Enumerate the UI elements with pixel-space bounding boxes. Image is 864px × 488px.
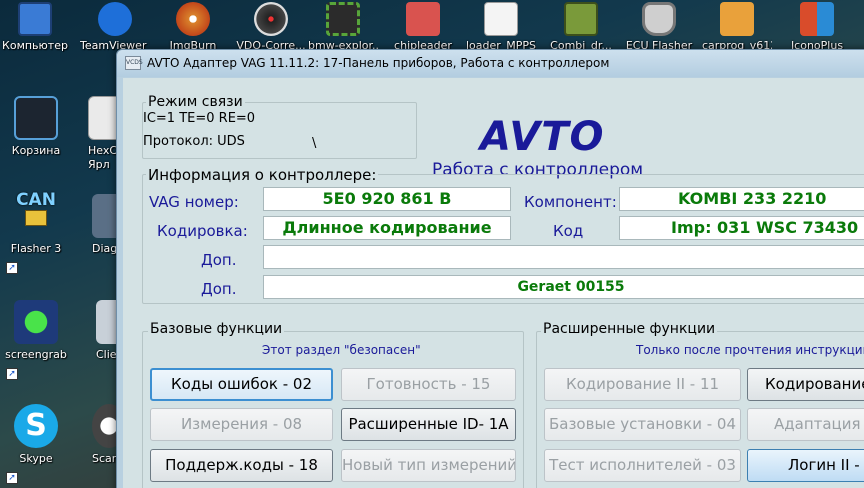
shortcut-arrow-icon: ➚: [6, 262, 18, 274]
desktop-icon-flasher3[interactable]: CAN Flasher 3 ➚: [4, 190, 68, 274]
controller-info-title: Информация о контроллере:: [146, 166, 379, 184]
shortcut-arrow-icon: ➚: [6, 368, 18, 380]
desktop-icon-screengrab[interactable]: screengrab ➚: [4, 300, 68, 380]
board-icon: [564, 2, 598, 36]
component-label: Компонент:: [524, 193, 617, 211]
window-titlebar[interactable]: VCDS AVTO Адаптер VAG 11.11.2: 17-Панель…: [117, 50, 864, 77]
advanced-functions-note: Только после прочтения инструкций!: [636, 343, 864, 357]
iconoplus-icon: [800, 2, 834, 36]
desktop-icon-label: Skype: [19, 452, 53, 465]
vag-number-field[interactable]: 5E0 920 861 B: [263, 187, 511, 211]
login-ii-button[interactable]: Логин II - 16: [747, 449, 864, 482]
desktop-icon-label: Diag: [92, 242, 118, 255]
new-measurement-type-button[interactable]: Новый тип измерений: [341, 449, 516, 482]
connection-protocol: Протокол: UDS: [143, 134, 245, 149]
chipleader-icon: [406, 2, 440, 36]
can-flasher-icon: CAN: [14, 190, 58, 238]
extra1-field[interactable]: [263, 245, 864, 269]
coding-label: Кодировка:: [157, 222, 248, 240]
desktop-icon-chipleader[interactable]: chipleader: [388, 0, 458, 52]
desktop-icon-computer[interactable]: Компьютер: [0, 0, 70, 52]
skype-icon: S: [14, 404, 58, 448]
connection-title: Режим связи: [146, 94, 245, 110]
file-icon: [484, 2, 518, 36]
recycle-bin-icon: [14, 96, 58, 140]
can-label: CAN: [16, 190, 56, 210]
honda-logo-icon: [642, 2, 676, 36]
desktop-icon-label-extra: Ярл: [88, 158, 110, 171]
carprog-icon: [720, 2, 754, 36]
advanced-id-button[interactable]: Расширенные ID- 1A: [341, 408, 516, 441]
advanced-functions-title: Расширенные функции: [541, 321, 718, 337]
measurements-button[interactable]: Измерения - 08: [150, 408, 333, 441]
app-window: VCDS AVTO Адаптер VAG 11.11.2: 17-Панель…: [116, 49, 864, 488]
app-icon[interactable]: VCDS: [125, 56, 143, 70]
desktop-icon-label: screengrab: [5, 348, 67, 361]
coding-ii-button[interactable]: Кодирование II - 11: [544, 368, 741, 401]
desktop-icon-imgburn[interactable]: ImgBurn: [158, 0, 228, 52]
computer-icon: [18, 2, 52, 36]
desktop-icon-label: HexC: [88, 144, 118, 157]
desktop-icon-bmw-explorer[interactable]: bmw-explor...: [308, 0, 378, 52]
coding-field[interactable]: Длинное кодирование: [263, 216, 511, 240]
desktop-icon-label: Clie: [96, 348, 117, 361]
code-label: Код: [553, 222, 584, 240]
connection-counters: IC=1 TE=0 RE=0: [143, 111, 256, 126]
camera-icon: [14, 300, 58, 344]
window-client-area: Режим связи IC=1 TE=0 RE=0 Протокол: UDS…: [123, 78, 864, 488]
desktop-icon-loader-mpps[interactable]: loader_MPPS: [466, 0, 536, 52]
teamviewer-icon: [98, 2, 132, 36]
window-title: AVTO Адаптер VAG 11.11.2: 17-Панель приб…: [147, 56, 610, 70]
gauge-icon: [254, 2, 288, 36]
disc-icon: [176, 2, 210, 36]
readiness-button[interactable]: Готовность - 15: [341, 368, 516, 401]
component-field[interactable]: KOMBI 233 2210: [619, 187, 864, 211]
desktop-icon-carprog[interactable]: carprog_v612: [702, 0, 772, 52]
desktop-icon-combi[interactable]: Combi_dr...: [546, 0, 616, 52]
desktop-icon-label: Scan: [92, 452, 119, 465]
desktop-icon-label: Корзина: [11, 144, 61, 157]
coding-button[interactable]: Кодирование - 07: [747, 368, 864, 401]
basic-functions-title: Базовые функции: [148, 321, 285, 337]
supported-codes-button[interactable]: Поддерж.коды - 18: [150, 449, 333, 482]
extra2-field[interactable]: Geraet 00155: [263, 275, 864, 299]
brand-title: AVTO: [480, 114, 605, 160]
extra1-label: Доп.: [201, 251, 237, 269]
connection-spinner: \: [312, 136, 317, 151]
desktop-icon-label: Компьютер: [2, 39, 68, 52]
basic-functions-note: Этот раздел "безопасен": [262, 343, 421, 357]
code-field[interactable]: Imp: 031 WSC 73430: [619, 216, 864, 240]
chip-icon: [326, 2, 360, 36]
fault-codes-button[interactable]: Коды ошибок - 02: [150, 368, 333, 401]
desktop-icon-label: Flasher 3: [10, 242, 62, 255]
basic-settings-button[interactable]: Базовые установки - 04: [544, 408, 741, 441]
desktop-icon-recycle-bin[interactable]: Корзина: [4, 96, 68, 176]
desktop-icon-teamviewer[interactable]: TeamViewer 9: [80, 0, 150, 52]
desktop-icon-skype[interactable]: S Skype ➚: [4, 404, 68, 484]
adaptation-button[interactable]: Адаптация - 10: [747, 408, 864, 441]
desktop-icon-vdo[interactable]: VDO-Corre...: [236, 0, 306, 52]
actuator-test-button[interactable]: Тест исполнителей - 03: [544, 449, 741, 482]
extra2-label: Доп.: [201, 280, 237, 298]
vag-number-label: VAG номер:: [149, 193, 239, 211]
desktop-icon-iconoplus[interactable]: IconoPlus: [782, 0, 852, 52]
desktop-icon-ecu-flasher[interactable]: ECU Flasher: [624, 0, 694, 52]
shortcut-arrow-icon: ➚: [6, 472, 18, 484]
